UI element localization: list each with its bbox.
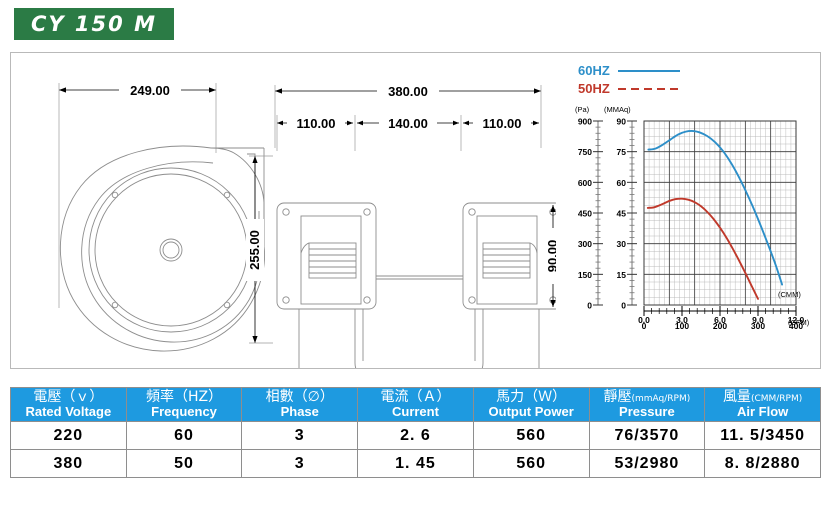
axis-cfm-ticks — [643, 306, 797, 316]
axis-tick-label: 600 — [578, 178, 592, 188]
axis-tick-label: 450 — [578, 209, 592, 219]
axis-tick-label: 900 — [578, 117, 592, 127]
performance-chart-svg: 60HZ 50HZ (Pa) (MMAq) (CMM) (CFM) 900750… — [575, 63, 810, 331]
legend-label-50hz: 50HZ — [578, 81, 610, 96]
column-header-en: Pressure — [619, 403, 675, 419]
table-cell: 8. 8/2880 — [704, 449, 821, 479]
table-cell: 60 — [125, 421, 243, 451]
table-row: 380 50 3 1. 45 560 53/2980 8. 8/2880 — [10, 449, 821, 479]
dimension-label-249: 249.00 — [130, 83, 170, 98]
dimension-label-90: 90.00 — [545, 240, 556, 273]
table-cell: 3 — [241, 449, 359, 479]
axis-cfm-labels: 0 100 200 300 400 — [642, 321, 804, 331]
column-header-output-power: 馬力（Ｗ） Output Power — [472, 386, 590, 423]
axis-tick-label: 90 — [617, 117, 627, 127]
model-title-banner: CY 150 M — [14, 8, 174, 40]
table-cell: 1. 45 — [357, 449, 474, 479]
axis-tick-label-cfm: 200 — [713, 321, 727, 331]
volute-outline — [60, 145, 265, 352]
dimension-label-255: 255.00 — [247, 230, 262, 270]
column-header-cn: 電流（Ａ） — [380, 389, 451, 405]
column-header-cn: 馬力（Ｗ） — [496, 389, 567, 405]
table-cell: 2. 6 — [357, 421, 474, 451]
mechanical-drawing-svg: 249.00 380.00 110.00 140.00 110.00 255.0… — [58, 81, 556, 368]
table-cell: 11. 5/3450 — [704, 421, 821, 451]
column-header-cn: 風量(CMM/RPM) — [722, 389, 803, 405]
axis-tick-label: 750 — [578, 147, 592, 157]
column-header-cn: 相數（∅） — [265, 389, 334, 405]
axis-mmaq-labels: 90 75 60 45 30 15 0 — [617, 117, 627, 311]
table-cell: 53/2980 — [588, 449, 706, 479]
table-cell: 220 — [10, 421, 127, 451]
mechanical-drawing: 249.00 380.00 110.00 140.00 110.00 255.0… — [11, 53, 556, 368]
model-name: CY 150 M — [31, 12, 157, 36]
dimension-label-110-right: 110.00 — [482, 116, 521, 131]
blower-bridge — [376, 275, 463, 280]
axis-pa-labels: 900 750 600 450 300 150 0 — [578, 117, 592, 311]
table-body: 220 60 3 2. 6 560 76/3570 11. 5/3450 380 50 3 1. 4… — [10, 421, 821, 479]
column-header-en: Phase — [280, 403, 319, 419]
table-header-row: 電壓（ｖ） Rated Voltage 頻率（HZ） Frequency 相數（… — [10, 386, 821, 423]
axis-tick-label: 0 — [621, 301, 626, 311]
axis-tick-label: 75 — [617, 147, 627, 157]
table-cell: 560 — [472, 421, 590, 451]
axis-tick-label-cfm: 300 — [751, 321, 765, 331]
blower-body-lower — [298, 309, 540, 368]
column-header-cn: 靜壓(mmAq/RPM) — [603, 389, 691, 405]
axis-tick-label: 15 — [617, 270, 627, 280]
axis-tick-label-cfm: 400 — [789, 321, 803, 331]
table-cell: 560 — [472, 449, 590, 479]
column-header-phase: 相數（∅） Phase — [241, 386, 359, 423]
table-cell: 3 — [241, 421, 359, 451]
column-header-frequency: 頻率（HZ） Frequency — [125, 386, 243, 423]
blower-flange-left — [276, 202, 377, 310]
chart-legend: 60HZ 50HZ — [578, 63, 680, 96]
legend-label-60hz: 60HZ — [578, 63, 610, 78]
axis-tick-label: 45 — [617, 209, 627, 219]
axis-tick-label: 300 — [578, 239, 592, 249]
drawing-panel: 249.00 380.00 110.00 140.00 110.00 255.0… — [10, 52, 821, 369]
performance-chart: 60HZ 50HZ (Pa) (MMAq) (CMM) (CFM) 900 750… — [556, 53, 820, 368]
blower-flange-right — [462, 202, 556, 310]
column-header-en: Output Power — [488, 403, 574, 419]
column-header-air-flow: 風量(CMM/RPM) Air Flow — [704, 386, 821, 423]
column-header-en: Current — [391, 403, 439, 419]
table-cell: 380 — [10, 449, 127, 479]
axis-tick-label: 60 — [617, 178, 627, 188]
dimension-label-110-left: 110.00 — [296, 116, 335, 131]
column-header-en: Rated Voltage — [25, 403, 112, 419]
dimension-label-380: 380.00 — [388, 84, 428, 99]
axis-tick-label-cfm: 100 — [675, 321, 689, 331]
column-header-pressure: 靜壓(mmAq/RPM) Pressure — [588, 386, 706, 423]
curve-60hz — [647, 130, 784, 286]
dimension-249 — [58, 83, 217, 308]
specification-table: 電壓（ｖ） Rated Voltage 頻率（HZ） Frequency 相數（… — [10, 386, 821, 479]
table-cell: 50 — [125, 449, 243, 479]
spec-sheet: CY 150 M 249.00 380.00 110.00 140.00 110… — [0, 0, 831, 507]
axis-tick-label-cfm: 0 — [642, 321, 647, 331]
axis-tick-label: 0 — [587, 301, 592, 311]
axis-unit-cmm: (CMM) — [778, 290, 801, 299]
table-row: 220 60 3 2. 6 560 76/3570 11. 5/3450 — [10, 421, 821, 451]
axis-tick-label: 150 — [578, 270, 592, 280]
axis-unit-pa: (Pa) — [575, 105, 590, 114]
column-header-en: Air Flow — [736, 403, 789, 419]
column-header-rated-voltage: 電壓（ｖ） Rated Voltage — [10, 386, 127, 423]
axis-tick-label: 30 — [617, 239, 627, 249]
column-header-cn: 電壓（ｖ） — [33, 389, 104, 405]
axis-unit-mmaq: (MMAq) — [604, 105, 631, 114]
column-header-cn: 頻率（HZ） — [145, 389, 223, 405]
dimension-label-140: 140.00 — [388, 116, 428, 131]
column-header-en: Frequency — [151, 403, 217, 419]
column-header-current: 電流（Ａ） Current — [357, 386, 474, 423]
table-cell: 76/3570 — [588, 421, 706, 451]
